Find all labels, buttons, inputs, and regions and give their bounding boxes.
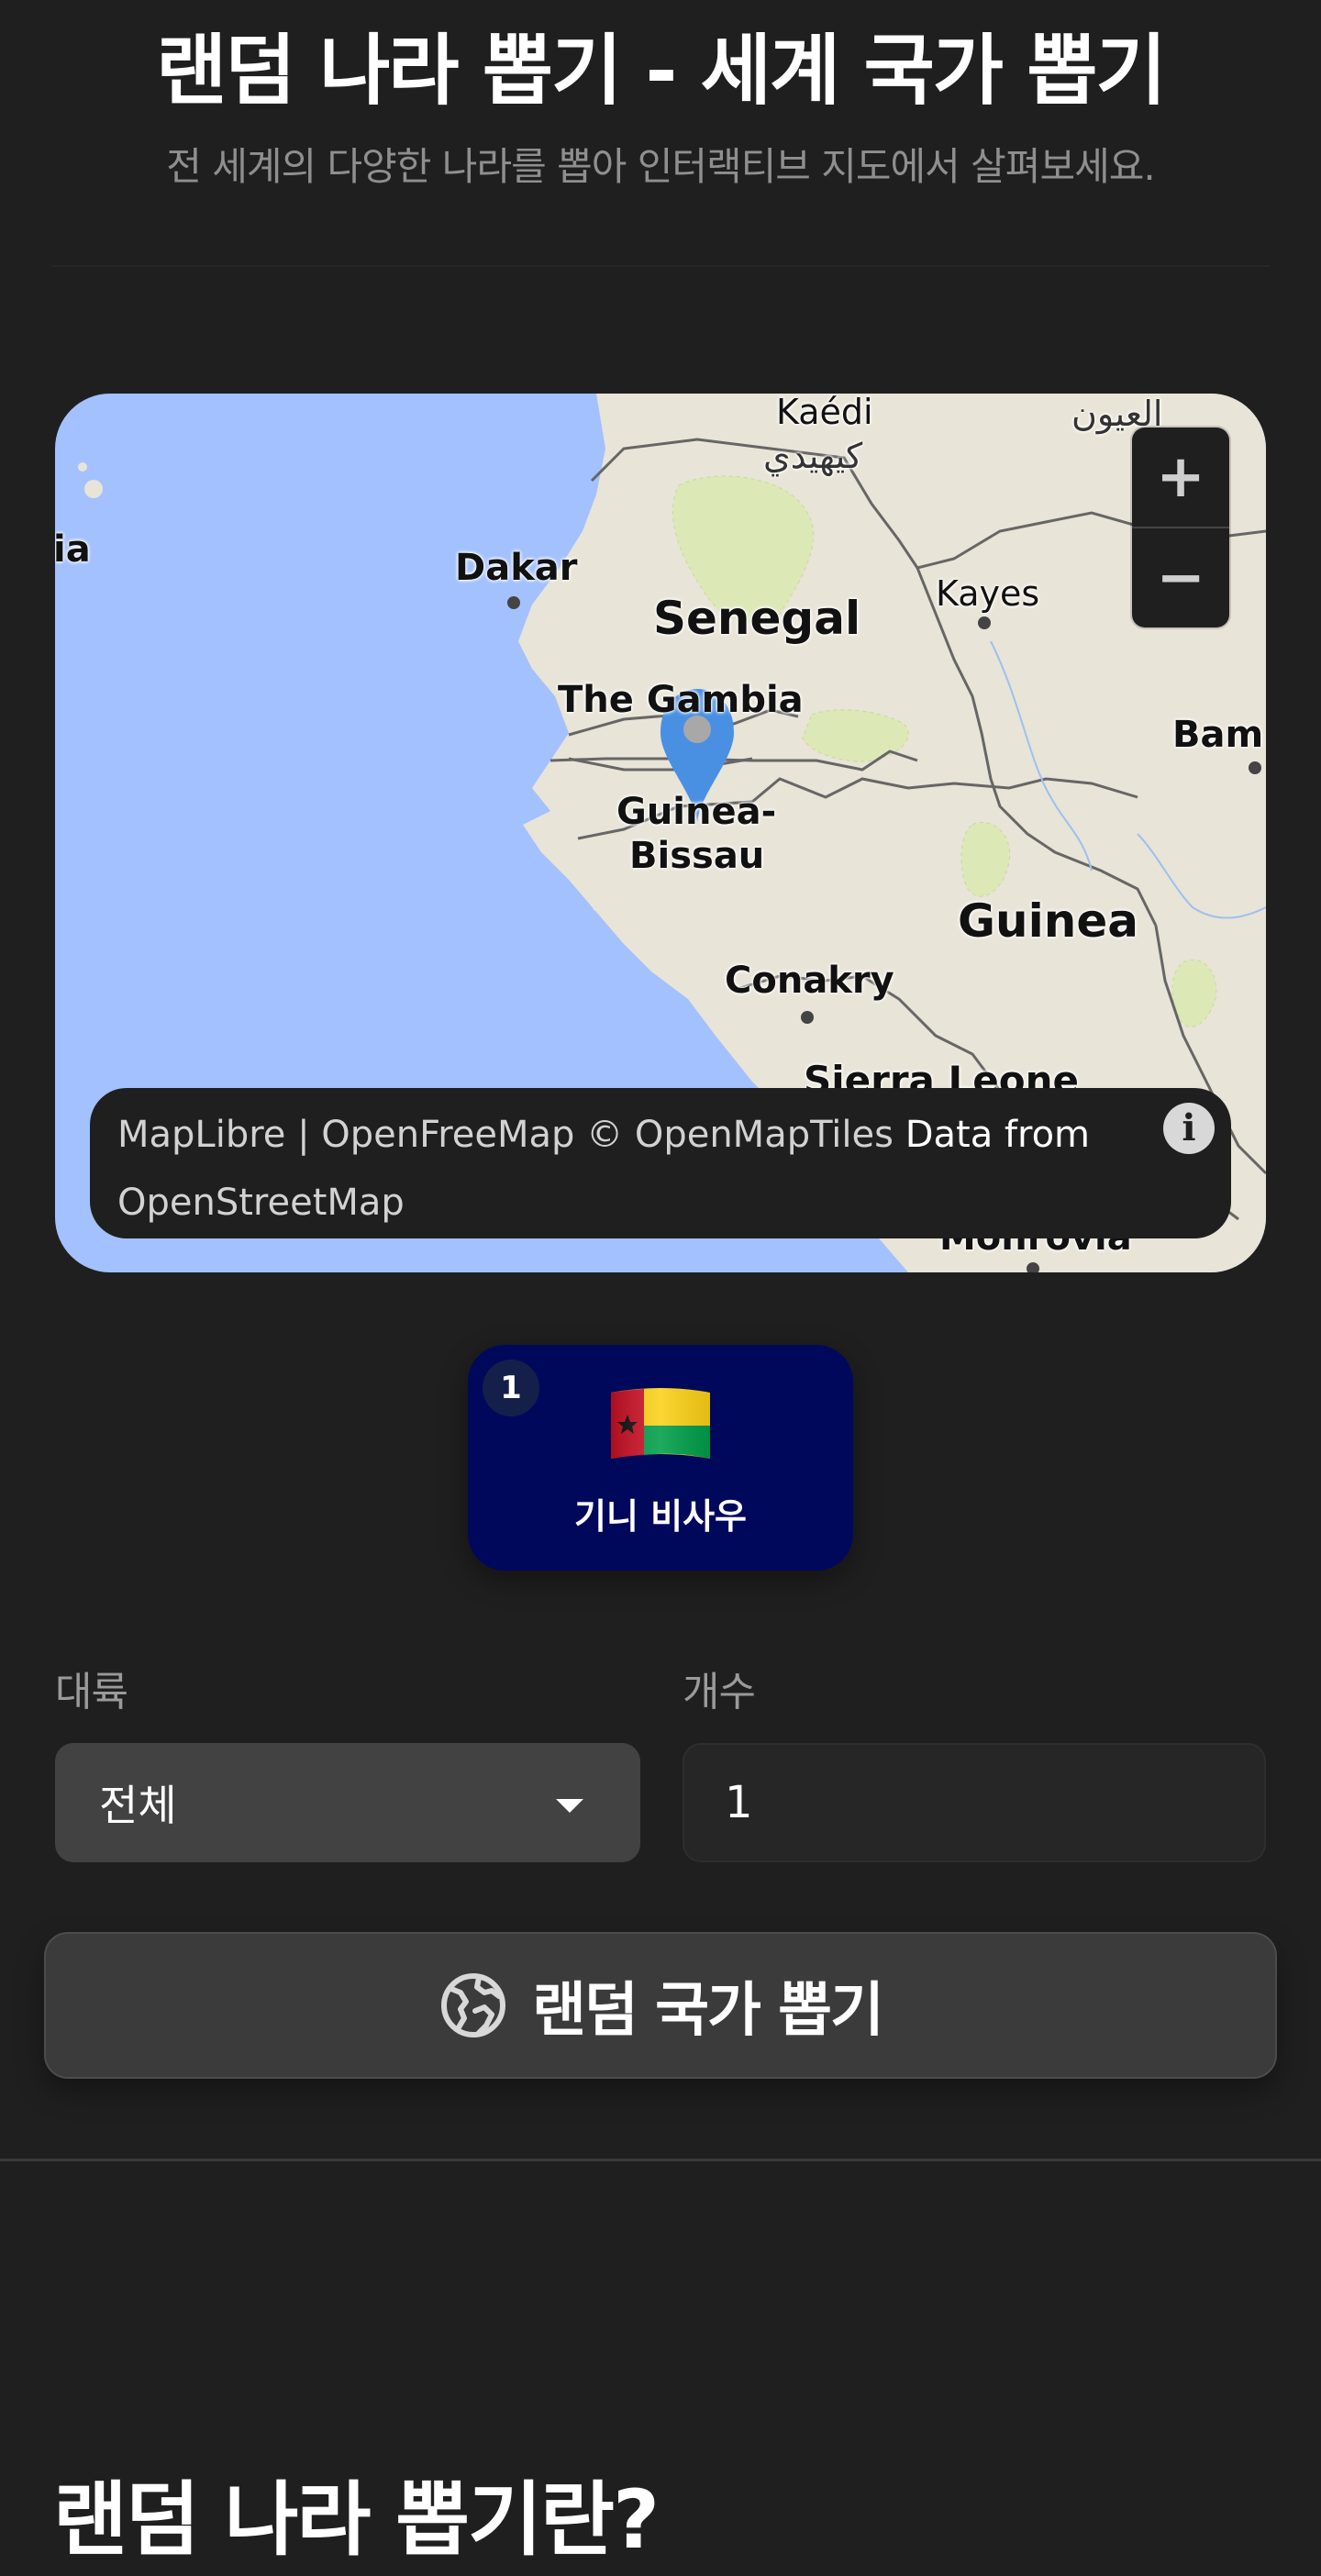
island xyxy=(84,480,103,498)
map-label-gambia: The Gambia xyxy=(558,679,804,721)
attribution-data-from: Data from xyxy=(905,1114,1091,1156)
zoom-out-button[interactable]: − xyxy=(1132,528,1229,627)
attribution-link-osm[interactable]: OpenStreetMap xyxy=(117,1182,405,1224)
page-title: 랜덤 나라 뽑기 - 세계 국가 뽑기 xyxy=(156,26,1167,116)
map-label-kaedi: Kaédi xyxy=(776,394,873,432)
continent-label: 대륙 xyxy=(55,1669,128,1715)
map-label-guinea: Guinea xyxy=(958,894,1139,948)
count-label: 개수 xyxy=(683,1669,756,1715)
city-dot-bamako xyxy=(1249,761,1261,774)
top-divider xyxy=(51,265,1270,267)
map-label-kayes: Kayes xyxy=(936,573,1040,614)
zoom-control: + − xyxy=(1132,427,1229,627)
city-dot-dakar xyxy=(507,596,520,609)
result-index-badge: 1 xyxy=(483,1360,539,1416)
zoom-in-button[interactable]: + xyxy=(1132,427,1229,527)
map-label-kaedi-arabic: كيهيدي xyxy=(763,436,863,476)
info-icon[interactable]: i xyxy=(1163,1103,1215,1154)
map-label-dakar: Dakar xyxy=(455,547,578,589)
attribution-link-maplibre[interactable]: MapLibre | OpenFreeMap © OpenMapTiles xyxy=(117,1114,894,1156)
result-country-name: 기니 비사우 xyxy=(573,1496,748,1537)
count-input[interactable] xyxy=(683,1743,1266,1862)
map-label-senegal: Senegal xyxy=(653,592,861,645)
random-pick-button[interactable]: 랜덤 국가 뽑기 xyxy=(44,1932,1277,2079)
map-view[interactable]: Kaédi كيهيدي العيون ia Dakar Senegal Kay… xyxy=(55,394,1266,1272)
result-card[interactable]: 1 기니 비사우 xyxy=(468,1345,853,1571)
guinea-bissau-flag-icon xyxy=(611,1388,710,1459)
city-dot-conakry xyxy=(801,1011,814,1024)
map-attribution: MapLibre | OpenFreeMap © OpenMapTiles Da… xyxy=(90,1088,1231,1238)
page: 랜덤 나라 뽑기 - 세계 국가 뽑기 전 세계의 다양한 나라를 뽑아 인터랙… xyxy=(0,0,1321,2576)
globe-icon xyxy=(441,1973,506,2037)
island xyxy=(593,904,600,911)
page-subtitle: 전 세계의 다양한 나라를 뽑아 인터랙티브 지도에서 살펴보세요. xyxy=(166,144,1155,189)
map-label-guinea-bissau-line2: Bissau xyxy=(629,835,765,877)
section-divider xyxy=(0,2159,1321,2161)
continent-select-value: 전체 xyxy=(99,1781,177,1830)
continent-select[interactable]: 전체 xyxy=(55,1743,640,1862)
caret-down-icon xyxy=(556,1799,583,1813)
map-label-left-edge: ia xyxy=(55,528,91,571)
map-label-guinea-bissau-line1: Guinea- xyxy=(616,791,777,833)
island xyxy=(611,883,622,894)
map-label-conakry: Conakry xyxy=(725,960,894,1002)
city-dot-kayes xyxy=(978,616,991,629)
random-pick-button-label: 랜덤 국가 뽑기 xyxy=(532,1977,884,2045)
island xyxy=(78,462,87,472)
section-title: 랜덤 나라 뽑기란? xyxy=(53,2472,660,2567)
map-label-bamako: Bam xyxy=(1172,714,1264,756)
